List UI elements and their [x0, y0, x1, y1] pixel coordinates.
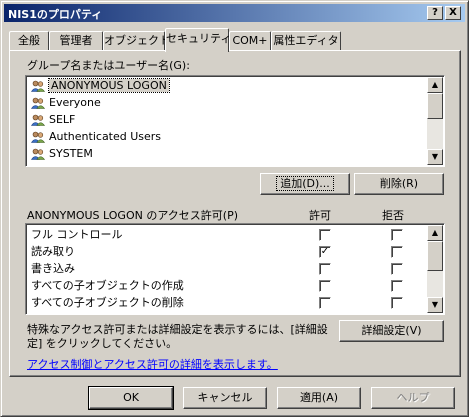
user-name: SYSTEM — [49, 147, 93, 160]
title-bar[interactable]: NIS1のプロパティ ? X — [4, 4, 465, 22]
permission-name: 書き込み — [31, 262, 75, 275]
permission-name: フル コントロール — [31, 228, 123, 241]
permission-row: すべての子オブジェクトの作成 — [29, 277, 427, 294]
deny-checkbox[interactable] — [391, 263, 403, 275]
deny-checkbox[interactable] — [391, 246, 403, 258]
user-name: SELF — [49, 113, 76, 126]
user-name: Authenticated Users — [49, 130, 162, 143]
user-group-icon — [31, 97, 45, 109]
ok-button[interactable]: OK — [88, 386, 174, 410]
close-button[interactable]: X — [445, 6, 461, 20]
allow-checkbox[interactable] — [319, 280, 331, 292]
tab-com-plus[interactable]: COM+ — [229, 31, 271, 51]
tab-attribute-editor[interactable]: 属性エディタ — [271, 31, 341, 51]
allow-checkbox[interactable] — [319, 229, 331, 241]
permission-row: 読み取り ✓ — [29, 243, 427, 260]
scroll-up-icon[interactable]: ▲ — [427, 225, 443, 241]
permissions-label: ANONYMOUS LOGON のアクセス許可(P) — [27, 209, 239, 222]
apply-button[interactable]: 適用(A) — [277, 387, 361, 409]
permission-row: フル コントロール — [29, 226, 427, 243]
scroll-up-icon[interactable]: ▲ — [427, 77, 443, 93]
permission-name: すべての子オブジェクトの削除 — [31, 296, 184, 309]
list-item[interactable]: SYSTEM — [29, 146, 423, 162]
permission-name: 読み取り — [31, 245, 75, 258]
list-item[interactable]: ANONYMOUS LOGON — [29, 78, 423, 94]
users-scrollbar[interactable]: ▲ ▼ — [427, 77, 443, 165]
cancel-button[interactable]: キャンセル — [183, 387, 267, 409]
user-name: Everyone — [49, 96, 101, 109]
properties-dialog: NIS1のプロパティ ? X 全般 管理者 オブジェクト セキュリティ COM+… — [0, 0, 469, 417]
deny-header: 拒否 — [382, 209, 404, 222]
window-title: NIS1のプロパティ — [8, 8, 103, 21]
allow-checkbox[interactable] — [319, 297, 331, 309]
list-item[interactable]: Authenticated Users — [29, 129, 423, 145]
deny-checkbox[interactable] — [391, 297, 403, 309]
tab-object[interactable]: オブジェクト — [103, 31, 170, 51]
user-group-icon — [31, 114, 45, 126]
permissions-scrollbar[interactable]: ▲ ▼ — [427, 225, 443, 313]
allow-checkbox[interactable] — [319, 263, 331, 275]
permissions-list: フル コントロール 読み取り ✓ 書き込み すべての子オブジェクトの作成 すべて… — [25, 223, 445, 315]
deny-checkbox[interactable] — [391, 280, 403, 292]
advanced-description-line2: 定] をクリックしてください。 — [27, 337, 178, 350]
remove-button[interactable]: 削除(R) — [354, 173, 444, 195]
user-group-icon — [31, 80, 45, 92]
access-control-help-link[interactable]: アクセス制御とアクセス許可の詳細を表示します。 — [27, 356, 278, 372]
tab-security[interactable]: セキュリティ — [165, 28, 231, 52]
allow-header: 許可 — [309, 209, 331, 222]
tab-general[interactable]: 全般 — [9, 31, 49, 51]
user-group-icon — [31, 131, 45, 143]
deny-checkbox[interactable] — [391, 229, 403, 241]
user-group-icon — [31, 148, 45, 160]
permission-name: すべての子オブジェクトの作成 — [31, 279, 184, 292]
allow-checkbox[interactable]: ✓ — [319, 246, 331, 258]
users-label: グループ名またはユーザー名(G): — [27, 59, 190, 72]
scroll-thumb[interactable] — [427, 241, 443, 271]
advanced-button[interactable]: 詳細設定(V) — [339, 320, 444, 342]
list-item[interactable]: SELF — [29, 112, 423, 128]
scroll-down-icon[interactable]: ▼ — [427, 297, 443, 313]
add-button[interactable]: 追加(D)... — [260, 173, 350, 195]
permission-row: すべての子オブジェクトの削除 — [29, 294, 427, 311]
users-listbox[interactable]: ANONYMOUS LOGON Everyone SELF Authentica… — [25, 75, 445, 167]
scroll-thumb[interactable] — [427, 93, 443, 119]
list-item[interactable]: Everyone — [29, 95, 423, 111]
permission-row: 書き込み — [29, 260, 427, 277]
user-name: ANONYMOUS LOGON — [48, 78, 170, 93]
help-title-button[interactable]: ? — [427, 6, 443, 20]
help-button[interactable]: ヘルプ — [371, 387, 455, 409]
scroll-down-icon[interactable]: ▼ — [427, 149, 443, 165]
tab-managed-by[interactable]: 管理者 — [49, 31, 103, 51]
